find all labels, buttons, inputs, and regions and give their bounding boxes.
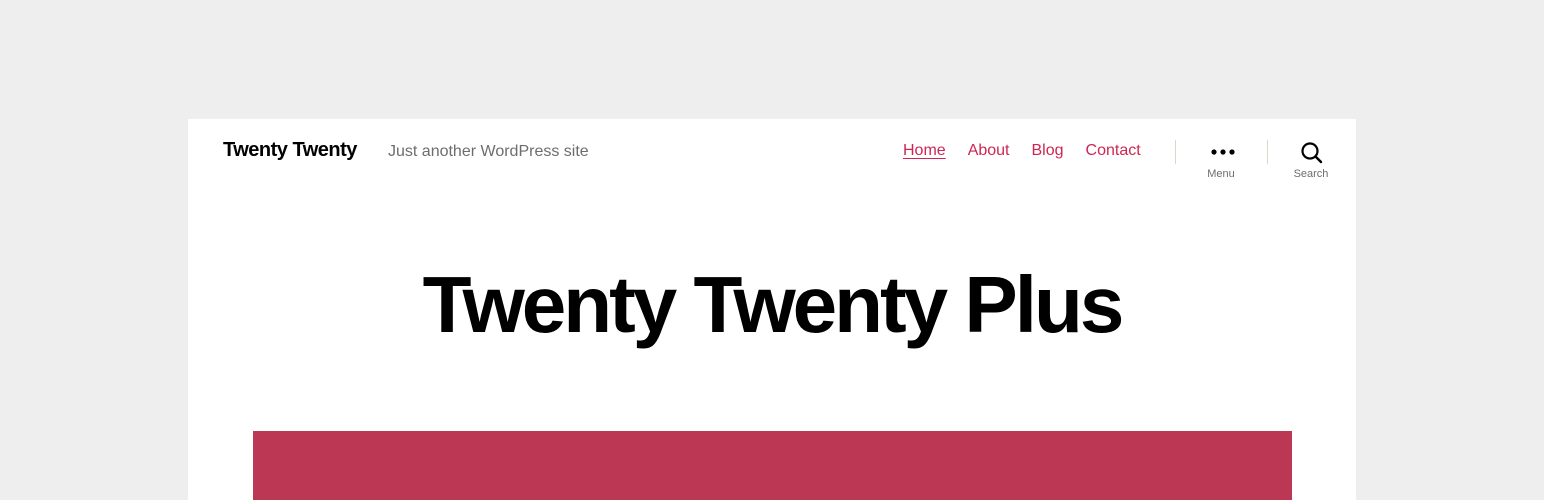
search-toggle-button[interactable]: Search [1281, 137, 1341, 183]
toggle-separator [1267, 140, 1268, 164]
primary-navigation: Home About Blog Contact [903, 142, 1141, 160]
menu-toggle-label: Menu [1207, 168, 1235, 180]
nav-item-blog[interactable]: Blog [1032, 142, 1064, 160]
more-dots-icon [1211, 149, 1235, 155]
page-title: Twenty Twenty Plus [422, 260, 1125, 349]
search-toggle-label: Search [1293, 168, 1329, 180]
cover-block [253, 431, 1292, 500]
search-icon [1301, 142, 1323, 164]
site-description: Just another WordPress site [388, 143, 589, 160]
site-frame: Twenty Twenty Just another WordPress sit… [188, 119, 1356, 500]
site-title-link[interactable]: Twenty Twenty [223, 139, 357, 162]
nav-item-home[interactable]: Home [903, 142, 946, 160]
nav-separator [1175, 140, 1176, 164]
nav-item-about[interactable]: About [968, 142, 1010, 160]
menu-toggle-button[interactable]: Menu [1191, 137, 1251, 183]
nav-item-contact[interactable]: Contact [1086, 142, 1141, 160]
